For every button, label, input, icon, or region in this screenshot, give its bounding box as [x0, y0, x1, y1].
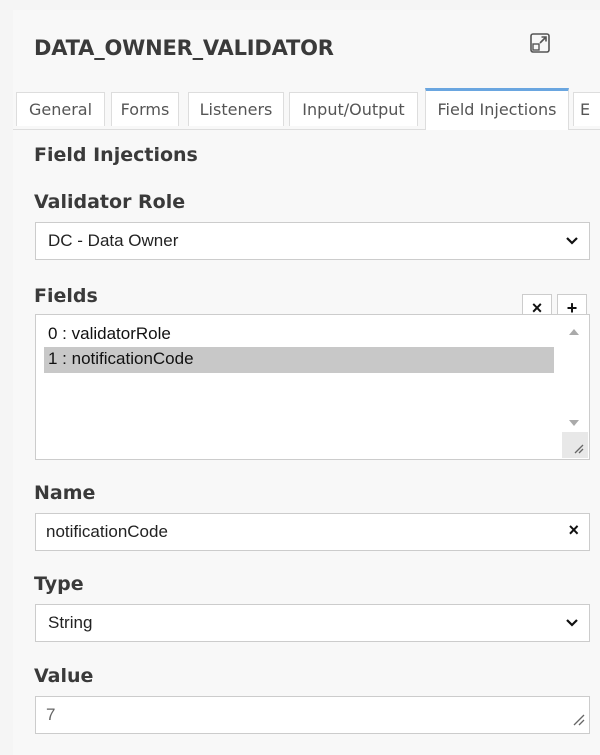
section-heading: Field Injections — [34, 144, 198, 166]
fields-list[interactable]: 0 : validatorRole 1 : notificationCode — [35, 314, 590, 460]
fields-label: Fields — [34, 285, 98, 307]
tab-overflow[interactable]: E — [573, 92, 600, 126]
validator-role-select[interactable]: DC - Data Owner — [35, 222, 590, 260]
chevron-down-icon — [565, 233, 579, 247]
validator-role-value: DC - Data Owner — [48, 231, 179, 250]
list-item[interactable]: 0 : validatorRole — [44, 322, 554, 348]
tab-field-injections[interactable]: Field Injections — [425, 88, 569, 130]
value-text: 7 — [46, 705, 56, 724]
validator-role-label: Validator Role — [34, 191, 186, 213]
type-label: Type — [34, 573, 84, 595]
chevron-down-icon — [565, 615, 579, 629]
tab-listeners[interactable]: Listeners — [188, 92, 284, 126]
tab-bar: ‹ General Forms Listeners Input/Output F… — [13, 88, 600, 130]
scroll-up-icon[interactable] — [569, 323, 579, 341]
value-field[interactable]: 7 — [35, 696, 590, 734]
maximize-icon[interactable] — [529, 32, 551, 54]
name-label: Name — [34, 482, 96, 504]
panel-title: DATA_OWNER_VALIDATOR — [34, 36, 334, 60]
tab-input-output[interactable]: Input/Output — [289, 92, 418, 126]
resize-grip-icon[interactable] — [571, 711, 585, 731]
type-value: String — [48, 613, 93, 632]
value-label: Value — [34, 665, 94, 687]
tab-general[interactable]: General — [16, 92, 105, 126]
close-icon[interactable]: × — [568, 520, 579, 541]
list-item-selected[interactable]: 1 : notificationCode — [44, 347, 554, 373]
tab-forms[interactable]: Forms — [111, 92, 179, 126]
resize-grip-icon[interactable] — [562, 432, 588, 458]
name-field[interactable]: notificationCode × — [35, 513, 590, 551]
name-value: notificationCode — [46, 522, 168, 541]
scroll-down-icon[interactable] — [569, 414, 579, 432]
type-select[interactable]: String — [35, 604, 590, 642]
properties-panel: DATA_OWNER_VALIDATOR ‹ General Forms Lis… — [13, 10, 600, 755]
